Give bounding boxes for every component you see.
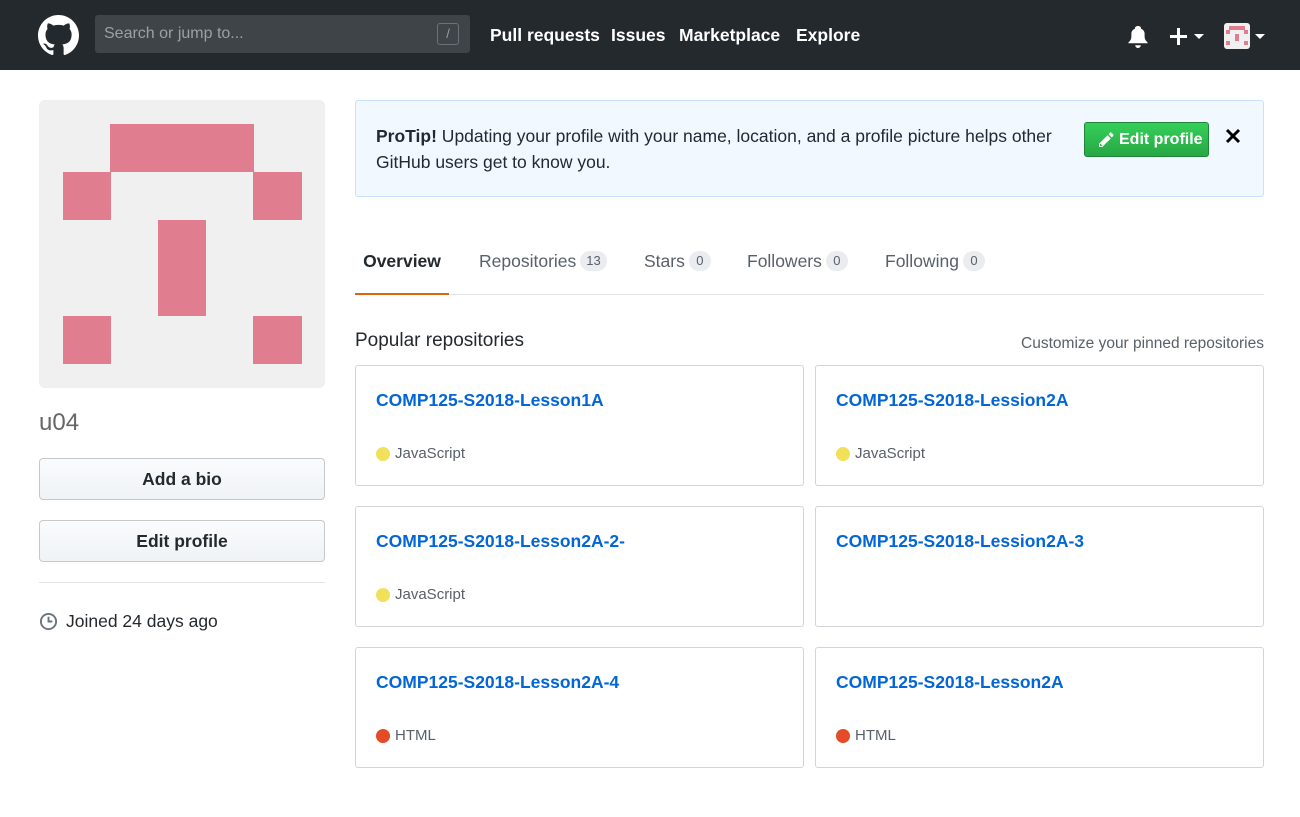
repo-link[interactable]: COMP125-S2018-Lesson2A-2- <box>376 531 625 552</box>
tab-repositories-label: Repositories <box>479 251 577 271</box>
edit-profile-button[interactable]: Edit profile <box>39 520 325 562</box>
language-label: HTML <box>855 727 896 744</box>
protip-banner: ProTip! Updating your profile with your … <box>355 100 1264 197</box>
following-counter: 0 <box>962 251 985 271</box>
customize-pinned-link[interactable]: Customize your pinned repositories <box>1021 335 1264 353</box>
repo-card: COMP125-S2018-Lesson1A JavaScript <box>355 365 804 486</box>
tab-stars[interactable]: Stars 0 <box>644 232 711 295</box>
stars-counter: 0 <box>688 251 711 271</box>
followers-counter: 0 <box>825 251 848 271</box>
nav-marketplace[interactable]: Marketplace <box>679 25 780 46</box>
repo-link[interactable]: COMP125-S2018-Lession2A <box>836 390 1068 411</box>
tab-followers-label: Followers <box>747 251 822 271</box>
repo-link[interactable]: COMP125-S2018-Lesson1A <box>376 390 604 411</box>
github-logo-icon[interactable] <box>38 15 79 56</box>
protip-message: ProTip! Updating your profile with your … <box>376 123 1076 175</box>
tab-overview-label: Overview <box>363 251 441 271</box>
nav-explore[interactable]: Explore <box>796 25 860 46</box>
repo-link[interactable]: COMP125-S2018-Lesson2A <box>836 672 1064 693</box>
protip-edit-profile-button[interactable]: Edit profile <box>1084 122 1209 157</box>
search-box: / <box>95 15 470 53</box>
repo-card: COMP125-S2018-Lesson2A HTML <box>815 647 1264 768</box>
username: u04 <box>39 409 80 436</box>
tab-following-label: Following <box>885 251 959 271</box>
profile-tabs: Overview Repositories 13 Stars 0 Followers… <box>355 232 1264 295</box>
pencil-icon <box>1099 132 1114 147</box>
avatar-menu-icon[interactable] <box>1224 22 1266 50</box>
language-color-dot <box>836 447 850 461</box>
profile-avatar[interactable] <box>39 100 325 388</box>
language-label: JavaScript <box>395 445 466 462</box>
repo-card: COMP125-S2018-Lession2A JavaScript <box>815 365 1264 486</box>
repo-link[interactable]: COMP125-S2018-Lesson2A-4 <box>376 672 619 693</box>
language-color-dot <box>836 729 850 743</box>
repo-card: COMP125-S2018-Lession2A-3 <box>815 506 1264 627</box>
search-input[interactable] <box>104 15 424 53</box>
language-color-dot <box>376 729 390 743</box>
sidebar-divider <box>39 582 325 583</box>
language-label: HTML <box>395 727 436 744</box>
popular-repositories-title: Popular repositories <box>355 330 524 351</box>
slash-shortcut-hint: / <box>437 23 459 45</box>
protip-edit-profile-label: Edit profile <box>1119 131 1203 148</box>
tab-repositories[interactable]: Repositories 13 <box>479 232 607 295</box>
joined-text: Joined 24 days ago <box>66 611 218 631</box>
tab-following[interactable]: Following 0 <box>885 232 985 295</box>
clock-icon <box>39 612 58 631</box>
language-color-dot <box>376 447 390 461</box>
language-color-dot <box>376 588 390 602</box>
protip-body: Updating your profile with your name, lo… <box>376 126 1052 172</box>
nav-pull-requests[interactable]: Pull requests <box>490 25 600 46</box>
protip-title: ProTip! <box>376 126 437 146</box>
language-label: JavaScript <box>395 586 466 603</box>
close-icon[interactable] <box>1224 127 1242 145</box>
repo-card: COMP125-S2018-Lesson2A-2- JavaScript <box>355 506 804 627</box>
tab-overview[interactable]: Overview <box>355 232 449 295</box>
plus-menu-icon[interactable] <box>1169 24 1205 48</box>
tab-stars-label: Stars <box>644 251 685 271</box>
repositories-counter: 13 <box>580 251 607 271</box>
top-header: / Pull requests Issues Marketplace Explo… <box>0 0 1300 70</box>
tab-followers[interactable]: Followers 0 <box>747 232 848 295</box>
add-bio-button[interactable]: Add a bio <box>39 458 325 500</box>
language-label: JavaScript <box>855 445 926 462</box>
bell-icon[interactable] <box>1128 26 1148 48</box>
nav-issues[interactable]: Issues <box>611 25 665 46</box>
repo-link[interactable]: COMP125-S2018-Lession2A-3 <box>836 531 1084 552</box>
repo-card: COMP125-S2018-Lesson2A-4 HTML <box>355 647 804 768</box>
